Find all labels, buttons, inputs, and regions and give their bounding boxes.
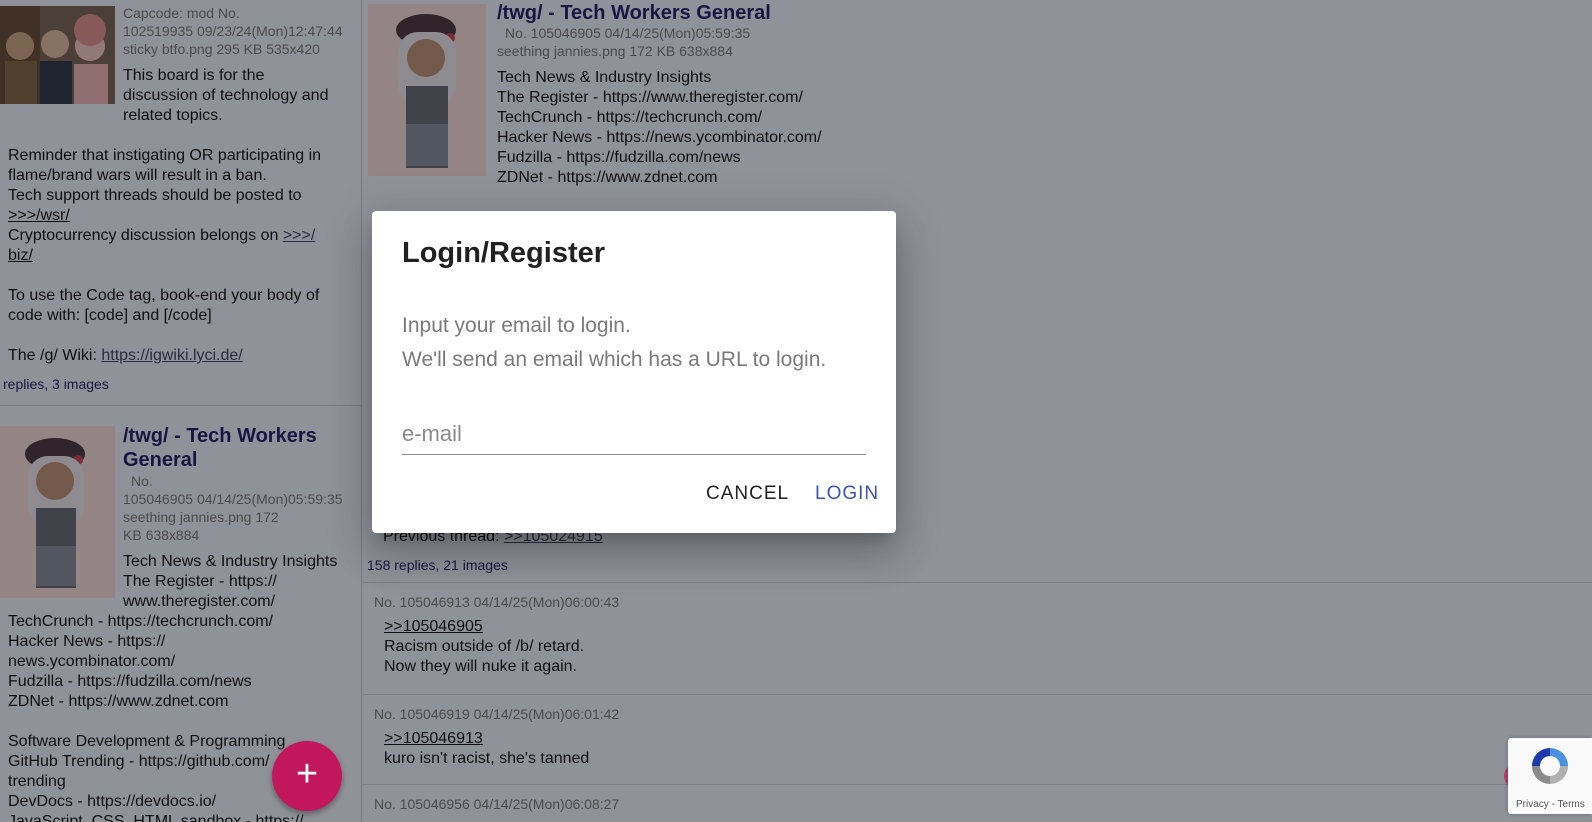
login-button[interactable]: LOGIN bbox=[815, 483, 879, 505]
email-field[interactable] bbox=[402, 413, 866, 455]
recaptcha-badge[interactable]: Privacy - Terms bbox=[1508, 738, 1592, 814]
dialog-line-2: We'll send an email which has a URL to l… bbox=[402, 348, 827, 371]
terms-link[interactable]: Terms bbox=[1558, 799, 1585, 810]
recaptcha-links: Privacy - Terms bbox=[1516, 799, 1585, 810]
plus-icon: + bbox=[295, 753, 319, 795]
cancel-button[interactable]: CANCEL bbox=[706, 483, 789, 505]
dialog-description: Input your email to login. We'll send an… bbox=[402, 309, 826, 377]
recaptcha-icon bbox=[1532, 748, 1568, 784]
new-thread-fab[interactable]: + bbox=[272, 741, 342, 811]
login-dialog: Login/Register Input your email to login… bbox=[372, 211, 896, 533]
recaptcha-separator: - bbox=[1548, 799, 1558, 810]
dialog-title: Login/Register bbox=[402, 237, 606, 269]
dialog-line-1: Input your email to login. bbox=[402, 314, 631, 337]
privacy-link[interactable]: Privacy bbox=[1516, 799, 1549, 810]
